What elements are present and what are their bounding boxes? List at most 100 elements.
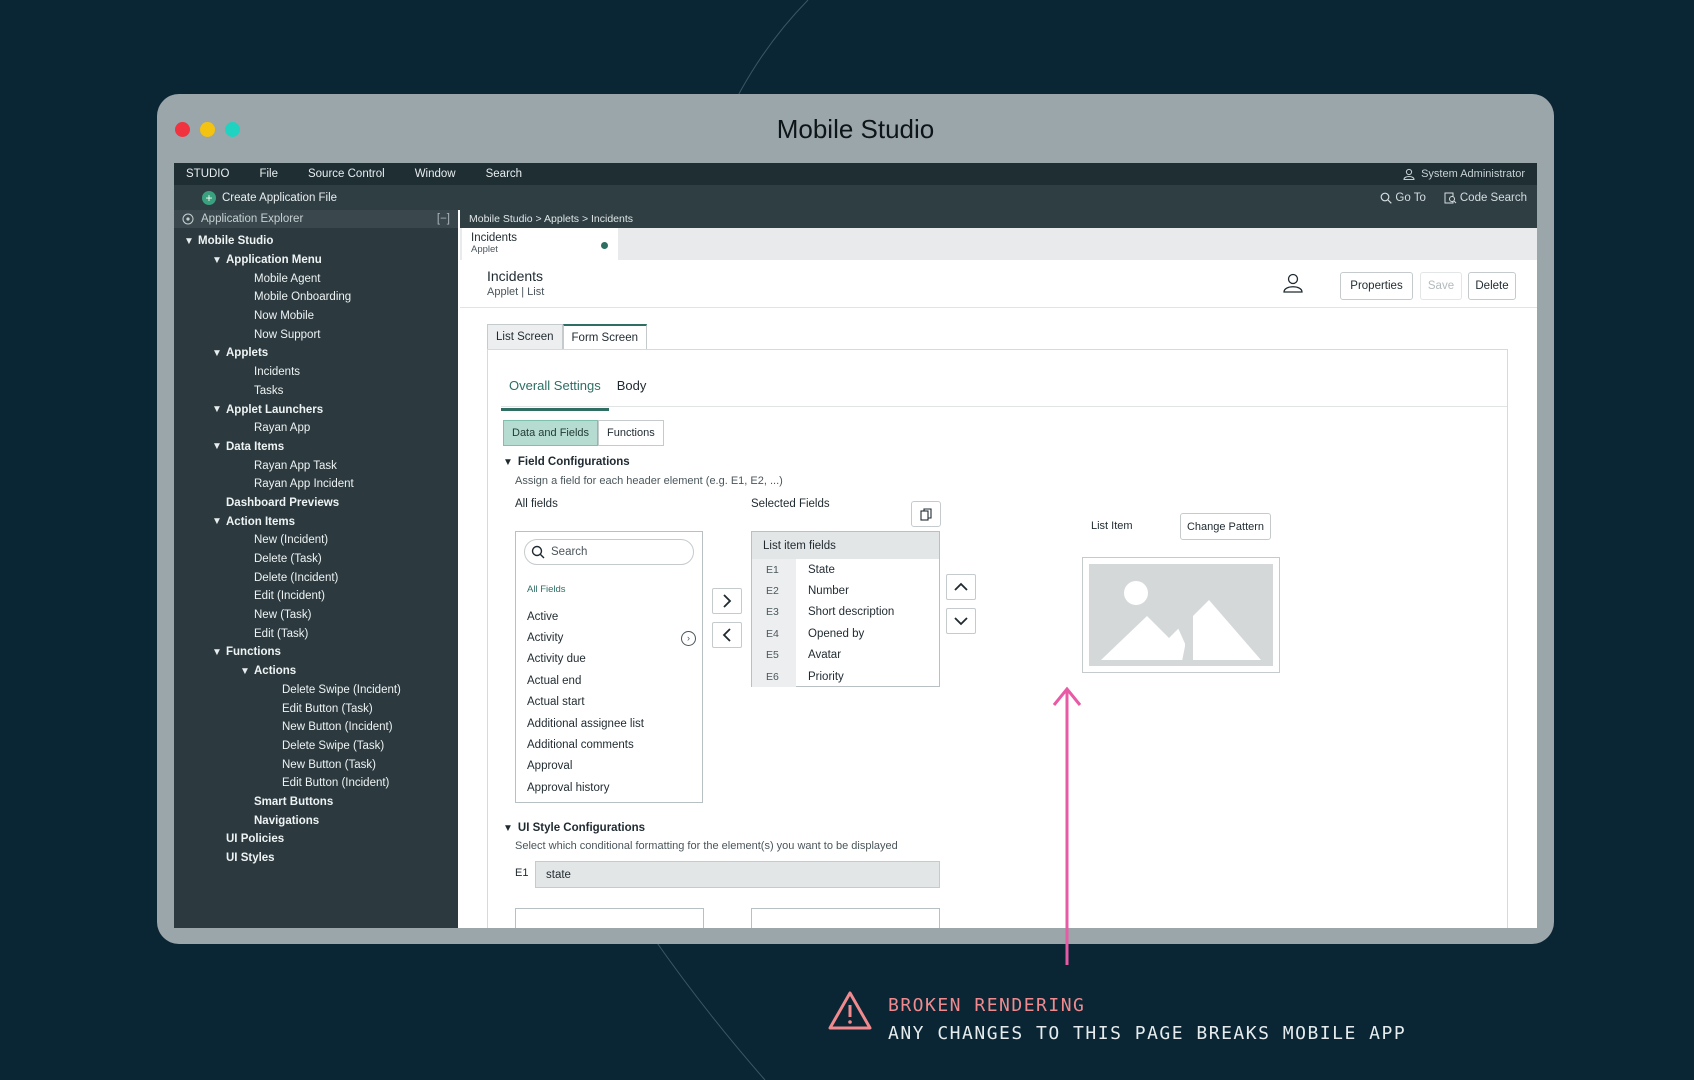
tree-item[interactable]: Edit Button (Task) [174,699,458,718]
tree-item[interactable]: Edit Button (Incident) [174,774,458,793]
ui-style-configurations-toggle[interactable]: ▼ UI Style Configurations [503,822,645,834]
menu-studio[interactable]: STUDIO [186,168,229,180]
tree-item[interactable]: ▼ Mobile Studio [174,232,458,251]
tree-item[interactable]: Tasks [174,382,458,401]
move-down-button[interactable] [946,608,976,634]
field-item[interactable]: Active [527,606,696,627]
tree-item-label: Applet Launchers [226,403,324,416]
tree-item[interactable]: Delete (Incident) [174,568,458,587]
expand-caret-icon[interactable]: ▼ [212,255,226,266]
menu-window[interactable]: Window [415,168,456,180]
tree-item-label: Application Menu [226,254,322,267]
tree-item[interactable]: ▼ Applets [174,344,458,363]
field-item[interactable]: Additional comments [527,734,696,755]
delete-button[interactable]: Delete [1468,272,1516,300]
menu-search[interactable]: Search [486,168,522,180]
e1-label: E1 [515,867,529,879]
warning-icon [828,991,872,1030]
chevron-circle-icon[interactable]: › [681,630,696,646]
tree-item[interactable]: Smart Buttons [174,793,458,812]
menu-file[interactable]: File [259,168,278,180]
tree-item[interactable]: ▼ Applet Launchers [174,400,458,419]
properties-button[interactable]: Properties [1340,272,1413,300]
tree-item[interactable]: ▼ Application Menu [174,251,458,270]
expand-caret-icon[interactable]: ▼ [240,666,254,677]
tree-item[interactable]: Delete Swipe (Task) [174,737,458,756]
segment-functions[interactable]: Functions [598,420,664,446]
tree-item[interactable]: UI Policies [174,830,458,849]
menu-source-control[interactable]: Source Control [308,168,385,180]
expand-caret-icon[interactable]: ▼ [212,441,226,452]
tree-item[interactable]: Delete (Task) [174,550,458,569]
e1-style-select[interactable]: state [535,861,940,888]
tree-item[interactable]: New (Incident) [174,531,458,550]
change-pattern-button[interactable]: Change Pattern [1180,513,1271,540]
tree-item[interactable]: ▼ Actions [174,662,458,681]
tree-item[interactable]: ▼ Data Items [174,438,458,457]
tree-item-label: Mobile Onboarding [254,291,352,304]
tree-item-label: Edit (Task) [254,627,309,640]
expand-caret-icon[interactable]: ▼ [212,348,226,359]
field-item[interactable]: Activity due [527,649,696,670]
document-tab-incidents[interactable]: Incidents Applet [462,228,618,260]
selected-field-row[interactable]: E2 Number [752,580,939,602]
selected-field-row[interactable]: E3 Short description [752,601,939,624]
tree-item[interactable]: Mobile Onboarding [174,288,458,307]
tree-item-label: Delete (Incident) [254,571,339,584]
tree-item[interactable]: Edit (Task) [174,624,458,643]
add-field-button[interactable] [712,588,742,614]
tree-item[interactable]: New Button (Incident) [174,718,458,737]
segment-data-and-fields[interactable]: Data and Fields [503,420,599,446]
code-search-label: Code Search [1459,191,1527,204]
tree-item[interactable]: New Button (Task) [174,755,458,774]
tree-item[interactable]: Dashboard Previews [174,494,458,513]
expand-caret-icon[interactable]: ▼ [212,516,226,527]
field-item[interactable]: Actual end [527,670,696,691]
remove-field-button[interactable] [712,622,742,648]
go-to-button[interactable]: Go To [1380,192,1426,204]
tree-item[interactable]: Rayan App Task [174,456,458,475]
field-search-input[interactable]: Search [524,539,694,565]
tree-item[interactable]: Now Support [174,325,458,344]
tab-form-screen[interactable]: Form Screen [562,324,647,350]
tab-list-screen[interactable]: List Screen [487,324,563,350]
tree-item[interactable]: ▼ Action Items [174,512,458,531]
field-item[interactable]: Additional assignee list [527,713,696,734]
field-item[interactable]: Approval [527,756,696,777]
create-application-file-button[interactable]: + Create Application File [202,190,337,205]
field-item[interactable]: Activity › [527,627,696,648]
person-icon[interactable] [1282,272,1304,294]
tree-item[interactable]: UI Styles [174,849,458,868]
selected-field-row[interactable]: E4 Opened by [752,623,939,645]
tree-item[interactable]: Incidents [174,363,458,382]
tree-item[interactable]: Mobile Agent [174,269,458,288]
tree-item[interactable]: Navigations [174,811,458,830]
field-item[interactable]: Actual start [527,692,696,713]
chevron-right-icon [723,594,732,608]
tree-item[interactable]: Now Mobile [174,307,458,326]
divider [501,406,1507,407]
collapse-explorer-button[interactable]: [−] [437,213,450,225]
caret-down-icon: ▼ [503,822,513,834]
copy-button[interactable] [911,501,941,527]
field-item-label: Activity due [527,653,586,666]
field-configurations-toggle[interactable]: ▼ Field Configurations [503,456,630,468]
code-search-button[interactable]: Code Search [1444,192,1527,204]
tree-item[interactable]: Delete Swipe (Incident) [174,681,458,700]
selected-field-row[interactable]: E1 State [752,559,939,581]
tree-item[interactable]: New (Task) [174,606,458,625]
tree-item-label: Data Items [226,440,285,453]
user-menu[interactable]: System Administrator [1403,168,1525,180]
tree-item[interactable]: Rayan App [174,419,458,438]
tree-item[interactable]: Edit (Incident) [174,587,458,606]
expand-caret-icon[interactable]: ▼ [212,647,226,658]
tree-item[interactable]: Rayan App Incident [174,475,458,494]
save-button[interactable]: Save [1420,272,1462,300]
selected-field-row[interactable]: E6 Priority [752,665,939,688]
selected-field-row[interactable]: E5 Avatar [752,644,939,666]
field-item[interactable]: Approval history [527,777,696,798]
tree-item[interactable]: ▼ Functions [174,643,458,662]
move-up-button[interactable] [946,574,976,600]
expand-caret-icon[interactable]: ▼ [212,404,226,415]
expand-caret-icon[interactable]: ▼ [184,236,198,247]
